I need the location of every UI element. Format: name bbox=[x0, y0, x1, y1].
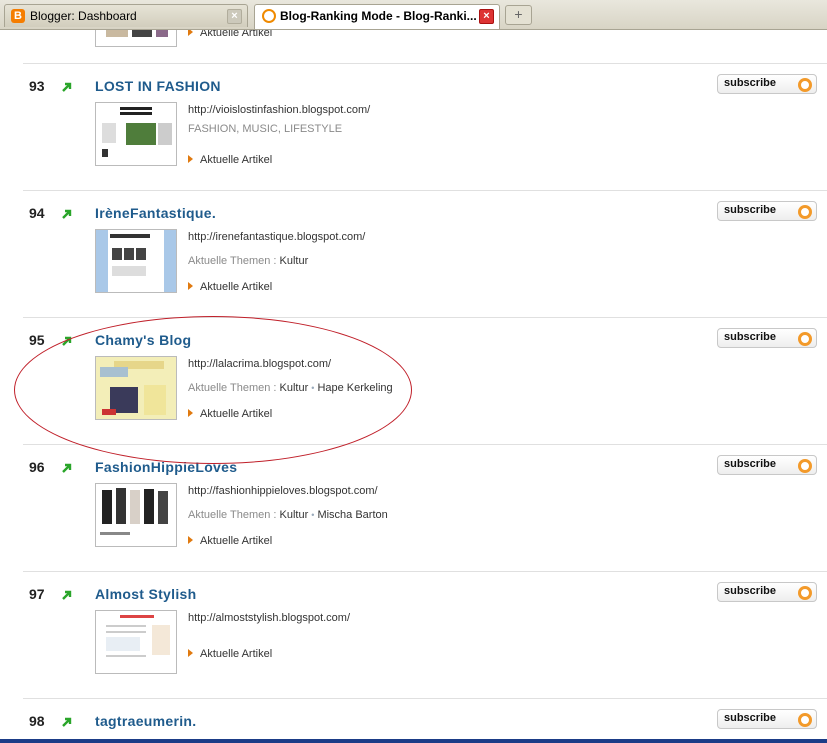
blog-topics: Aktuelle Themen : Kultur bbox=[188, 255, 308, 267]
subscribe-icon bbox=[798, 78, 812, 92]
blog-url-link[interactable]: http://lalacrima.blogspot.com/ bbox=[188, 358, 331, 370]
blog-url-link[interactable]: http://almoststylish.blogspot.com/ bbox=[188, 612, 350, 624]
rank-up-arrow-icon bbox=[62, 463, 72, 473]
rank-up-arrow-icon bbox=[62, 82, 72, 92]
rank-number: 94 bbox=[29, 205, 45, 221]
blog-tags: FASHION, MUSIC, LIFESTYLE bbox=[188, 123, 343, 135]
blog-thumbnail[interactable] bbox=[95, 356, 177, 420]
subscribe-label: subscribe bbox=[724, 77, 776, 89]
close-tab-icon[interactable]: × bbox=[479, 9, 494, 24]
close-tab-icon[interactable]: × bbox=[227, 9, 242, 24]
blog-title-link[interactable]: Almost Stylish bbox=[95, 586, 196, 602]
subscribe-label: subscribe bbox=[724, 585, 776, 597]
subscribe-label: subscribe bbox=[724, 331, 776, 343]
new-tab-button[interactable]: + bbox=[505, 5, 532, 25]
current-articles-link[interactable]: Aktuelle Artikel bbox=[188, 281, 272, 293]
feed-icon bbox=[262, 9, 276, 23]
rank-up-arrow-icon bbox=[62, 717, 72, 727]
divider bbox=[23, 698, 827, 699]
subscribe-button[interactable]: subscribe bbox=[717, 582, 817, 602]
topic-separator-icon: • bbox=[311, 383, 315, 393]
subscribe-button[interactable]: subscribe bbox=[717, 74, 817, 94]
topic-link[interactable]: Hape Kerkeling bbox=[317, 382, 392, 394]
current-articles-link[interactable]: Aktuelle Artikel bbox=[188, 30, 272, 39]
topics-label: Aktuelle Themen : bbox=[188, 382, 277, 394]
blog-url-link[interactable]: http://vioislostinfashion.blogspot.com/ bbox=[188, 104, 370, 116]
window-bottom-border bbox=[0, 739, 827, 743]
current-articles-link[interactable]: Aktuelle Artikel bbox=[188, 648, 272, 660]
tab-bar: Blogger: Dashboard × Blog-Ranking Mode -… bbox=[0, 0, 827, 30]
rank-up-arrow-icon bbox=[62, 590, 72, 600]
topic-separator-icon: • bbox=[311, 510, 315, 520]
topics-label: Aktuelle Themen : bbox=[188, 255, 277, 267]
blog-title-link[interactable]: IrèneFantastique. bbox=[95, 205, 216, 221]
blog-thumbnail[interactable] bbox=[95, 229, 177, 293]
subscribe-button[interactable]: subscribe bbox=[717, 201, 817, 221]
blog-thumbnail[interactable] bbox=[95, 102, 177, 166]
blog-title-link[interactable]: LOST IN FASHION bbox=[95, 78, 221, 94]
blog-thumbnail[interactable] bbox=[95, 30, 177, 47]
rank-number: 97 bbox=[29, 586, 45, 602]
ranking-list: Aktuelle Artikel 93 LOST IN FASHION subs… bbox=[0, 30, 827, 740]
tab-title: Blog-Ranking Mode - Blog-Ranki... bbox=[280, 9, 477, 23]
subscribe-label: subscribe bbox=[724, 204, 776, 216]
tab-title: Blogger: Dashboard bbox=[30, 9, 137, 23]
blog-thumbnail[interactable] bbox=[95, 483, 177, 547]
subscribe-icon bbox=[798, 586, 812, 600]
subscribe-icon bbox=[798, 713, 812, 727]
divider bbox=[23, 190, 827, 191]
blog-topics: Aktuelle Themen : Kultur • Hape Kerkeling bbox=[188, 382, 393, 394]
blog-title-link[interactable]: Chamy's Blog bbox=[95, 332, 191, 348]
subscribe-button[interactable]: subscribe bbox=[717, 709, 817, 729]
rank-number: 95 bbox=[29, 332, 45, 348]
rank-number: 93 bbox=[29, 78, 45, 94]
current-articles-link[interactable]: Aktuelle Artikel bbox=[188, 154, 272, 166]
topics-label: Aktuelle Themen : bbox=[188, 509, 277, 521]
subscribe-button[interactable]: subscribe bbox=[717, 455, 817, 475]
current-articles-link[interactable]: Aktuelle Artikel bbox=[188, 535, 272, 547]
blog-url-link[interactable]: http://fashionhippieloves.blogspot.com/ bbox=[188, 485, 378, 497]
subscribe-icon bbox=[798, 332, 812, 346]
divider bbox=[23, 317, 827, 318]
tab-blogger-dashboard[interactable]: Blogger: Dashboard × bbox=[4, 4, 248, 27]
topic-link[interactable]: Kultur bbox=[280, 382, 309, 394]
topic-link[interactable]: Kultur bbox=[280, 255, 309, 267]
rank-number: 96 bbox=[29, 459, 45, 475]
blog-thumbnail[interactable] bbox=[95, 610, 177, 674]
divider bbox=[23, 571, 827, 572]
subscribe-label: subscribe bbox=[724, 712, 776, 724]
divider bbox=[23, 444, 827, 445]
tab-blog-ranking[interactable]: Blog-Ranking Mode - Blog-Ranki... × bbox=[254, 4, 500, 29]
blog-title-link[interactable]: tagtraeumerin. bbox=[95, 713, 196, 729]
subscribe-label: subscribe bbox=[724, 458, 776, 470]
current-articles-link[interactable]: Aktuelle Artikel bbox=[188, 408, 272, 420]
blogger-icon bbox=[11, 6, 25, 26]
rank-number: 98 bbox=[29, 713, 45, 729]
blog-url-link[interactable]: http://irenefantastique.blogspot.com/ bbox=[188, 231, 365, 243]
subscribe-icon bbox=[798, 459, 812, 473]
topic-link[interactable]: Kultur bbox=[280, 509, 309, 521]
divider bbox=[23, 63, 827, 64]
rank-up-arrow-icon bbox=[62, 209, 72, 219]
rank-up-arrow-icon bbox=[62, 336, 72, 346]
subscribe-button[interactable]: subscribe bbox=[717, 328, 817, 348]
topic-link[interactable]: Mischa Barton bbox=[317, 509, 387, 521]
blog-title-link[interactable]: FashionHippieLoves bbox=[95, 459, 237, 475]
subscribe-icon bbox=[798, 205, 812, 219]
blog-topics: Aktuelle Themen : Kultur • Mischa Barton bbox=[188, 509, 388, 521]
